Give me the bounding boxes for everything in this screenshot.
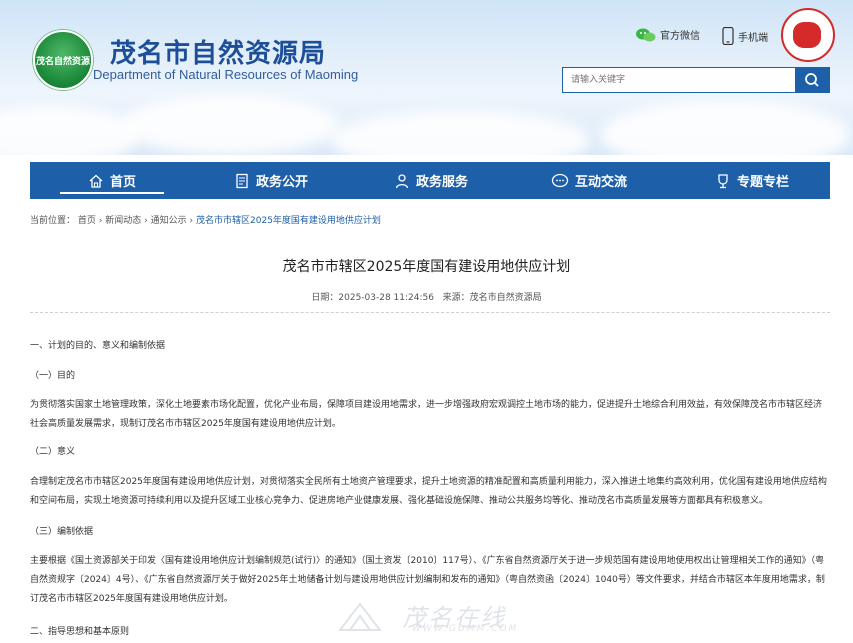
watermark: 茂名在线 WWW.GDMM.COM xyxy=(330,598,530,638)
chat-icon xyxy=(551,173,569,187)
breadcrumb-link-news[interactable]: 新闻动态 xyxy=(105,216,141,226)
breadcrumb-link-home[interactable]: 首页 xyxy=(78,216,96,226)
nav-item-interaction[interactable]: 互动交流 xyxy=(551,162,627,199)
main-nav: 首页 政务公开 政务服务 互动交流 专题专栏 xyxy=(30,162,830,199)
article-title: 茂名市市辖区2025年度国有建设用地供应计划 xyxy=(282,259,571,275)
nav-label: 互动交流 xyxy=(575,175,628,190)
search-button[interactable] xyxy=(795,68,829,92)
site-subtitle: Department of Natural Resources of Maomi… xyxy=(93,67,359,82)
search-input[interactable] xyxy=(563,68,793,92)
subsection-heading: （三）编制依据 xyxy=(30,527,94,537)
source-label: 来源： xyxy=(442,293,470,303)
article-source: 茂名市自然资源局 xyxy=(469,293,542,303)
breadcrumb-prefix: 当前位置： xyxy=(30,216,76,226)
wechat-icon xyxy=(636,28,656,41)
breadcrumb: 当前位置： 首页 › 新闻动态 › 通知公示 › 茂名市市辖区2025年度国有建… xyxy=(30,213,381,226)
nav-label: 政务公开 xyxy=(256,175,309,190)
breadcrumb-separator: › xyxy=(189,216,194,226)
nav-item-home[interactable]: 首页 xyxy=(59,162,165,199)
home-icon xyxy=(89,174,103,188)
nav-item-special-topics[interactable]: 专题专栏 xyxy=(715,162,789,199)
nav-item-services[interactable]: 政务服务 xyxy=(394,162,468,199)
wechat-link[interactable]: 官方微信 xyxy=(636,27,700,42)
watermark-url: WWW.GDMM.COM xyxy=(412,624,519,634)
emblem-inner xyxy=(793,22,821,48)
wechat-label: 官方微信 xyxy=(660,31,700,42)
paragraph: 为贯彻落实国家土地管理政策，深化土地要素市场化配置，优化产业布局，保障项目建设用… xyxy=(30,400,823,429)
site-header: 茂名自然资源 茂名市自然资源局 Department of Natural Re… xyxy=(0,0,853,155)
mobile-label: 手机端 xyxy=(738,32,768,44)
cloud-decoration xyxy=(120,95,340,155)
date-label: 日期： xyxy=(311,293,339,303)
watermark-logo-icon xyxy=(337,602,383,631)
subsection-heading: （一）目的 xyxy=(30,371,76,381)
site-logo[interactable]: 茂名自然资源 xyxy=(33,30,93,90)
paragraph: 合理制定茂名市市辖区2025年度国有建设用地供应计划，对贯彻落实全民所有土地资产… xyxy=(30,477,827,506)
search-box xyxy=(562,67,830,93)
logo-text: 茂名自然资源 xyxy=(35,57,90,67)
trophy-icon xyxy=(718,173,728,188)
article-meta: 日期：2025-03-28 11:24:56 来源：茂名市自然资源局 xyxy=(0,290,853,303)
nav-label: 政务服务 xyxy=(416,175,469,190)
maoming-emblem[interactable] xyxy=(781,8,835,62)
phone-icon xyxy=(722,27,734,45)
nav-item-government-affairs[interactable]: 政务公开 xyxy=(234,162,308,199)
site-title: 茂名市自然资源局 xyxy=(110,39,327,69)
nav-label: 首页 xyxy=(110,175,137,190)
breadcrumb-separator: › xyxy=(98,216,103,226)
breadcrumb-separator: › xyxy=(144,216,148,226)
search-icon xyxy=(805,73,819,87)
nav-label: 专题专栏 xyxy=(737,175,790,190)
subsection-heading: （二）意义 xyxy=(30,447,76,457)
cloud-decoration xyxy=(330,110,590,155)
section-heading: 一、计划的目的、意义和编制依据 xyxy=(30,341,166,351)
breadcrumb-current[interactable]: 茂名市市辖区2025年度国有建设用地供应计划 xyxy=(196,216,381,226)
divider xyxy=(30,312,830,313)
breadcrumb-link-notices[interactable]: 通知公示 xyxy=(151,216,187,226)
mobile-link[interactable]: 手机端 xyxy=(722,27,768,45)
document-icon xyxy=(236,173,248,188)
service-icon xyxy=(395,173,409,188)
cloud-decoration xyxy=(0,105,140,155)
cloud-decoration xyxy=(600,100,850,155)
article-date: 2025-03-28 11:24:56 xyxy=(338,293,434,303)
